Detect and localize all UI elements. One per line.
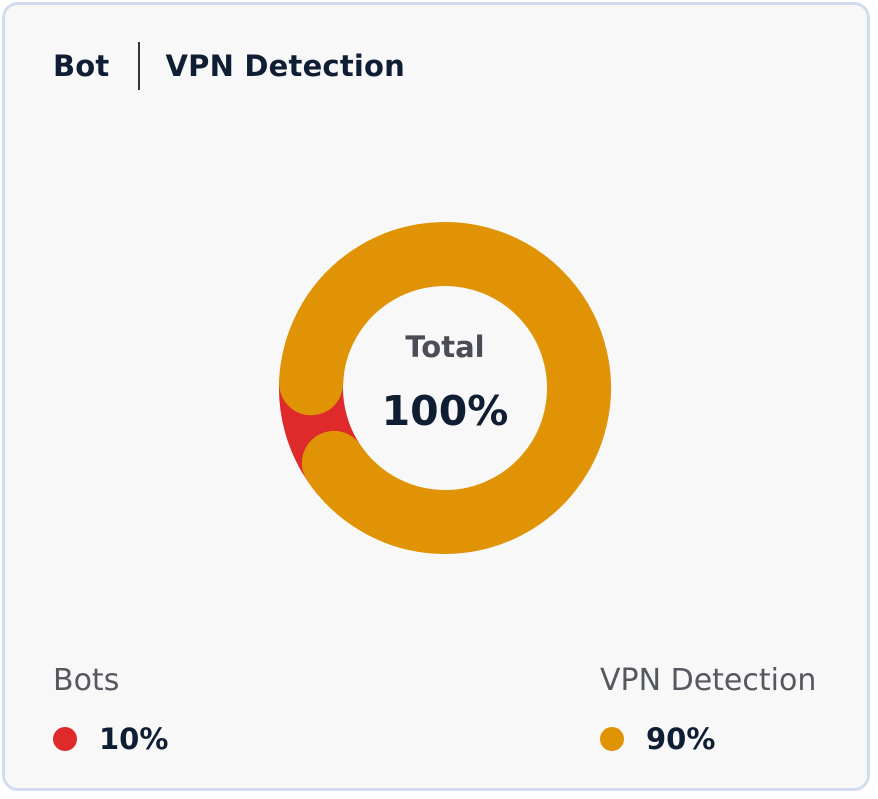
legend-item-bots: Bots 10% [53, 663, 168, 756]
legend-item-vpn: VPN Detection 90% [600, 663, 816, 756]
header-title-bot: Bot [53, 49, 110, 83]
legend-value-bots: 10% [99, 722, 169, 756]
legend-label-bots: Bots [53, 663, 120, 698]
legend-dot-bots [53, 727, 77, 751]
card-header: Bot VPN Detection [53, 41, 405, 91]
header-divider [137, 42, 140, 90]
header-title-vpn: VPN Detection [165, 49, 405, 83]
donut-center-label: Total [405, 330, 485, 364]
bot-vpn-card: Bot VPN Detection Total 100% Bots 10% VP… [2, 2, 870, 791]
legend-value-vpn: 90% [646, 722, 716, 756]
legend-dot-vpn [600, 727, 624, 751]
donut-center-value: 100% [381, 387, 509, 435]
legend-label-vpn: VPN Detection [600, 663, 817, 698]
donut-chart: Total 100% [277, 220, 613, 556]
